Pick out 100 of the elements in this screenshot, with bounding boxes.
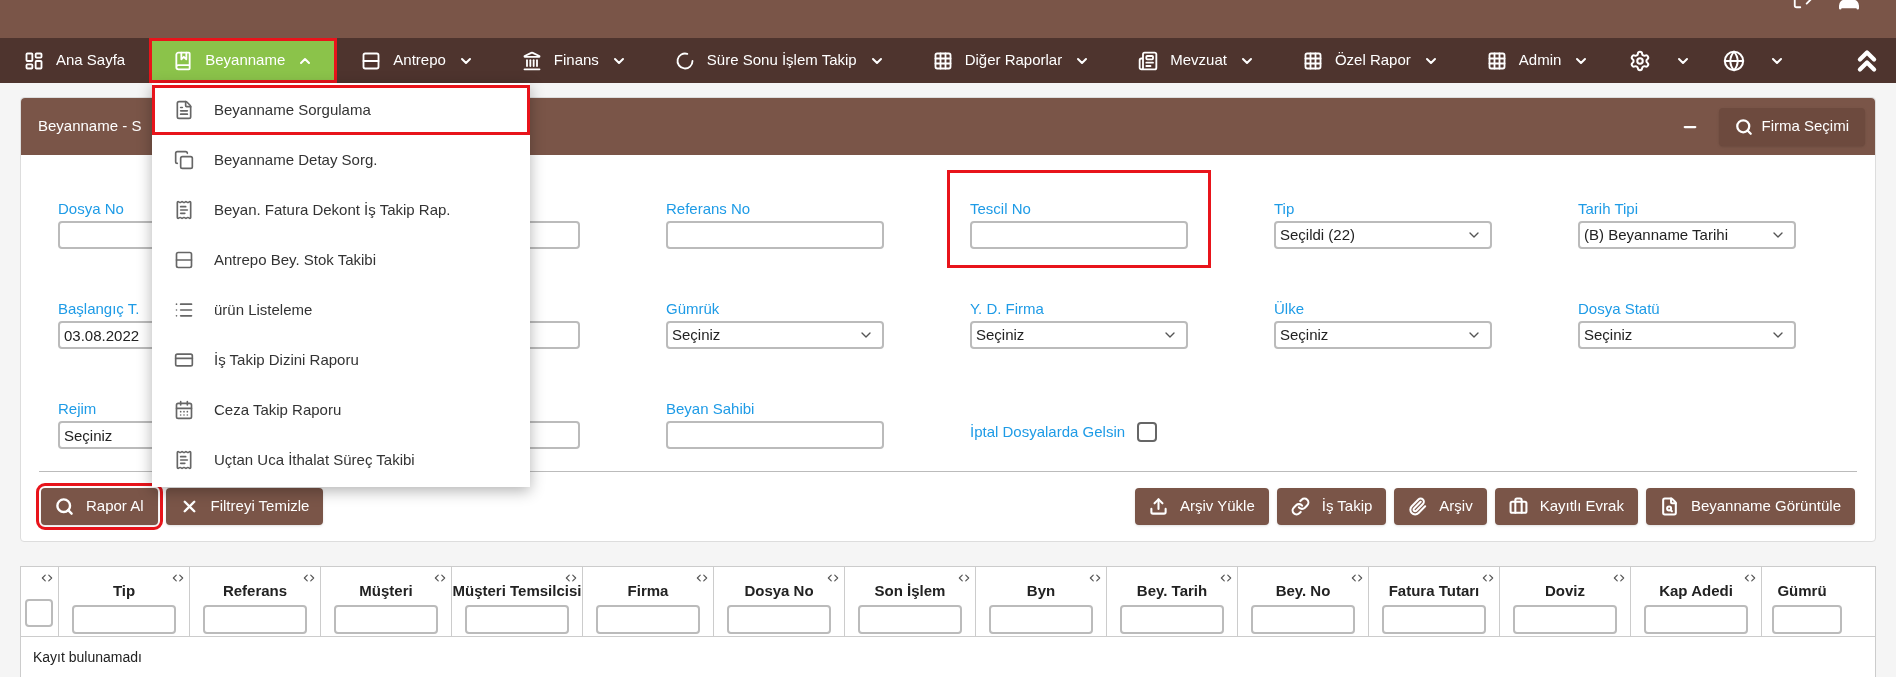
empty-message: Kayıt bulunamadı [33, 647, 142, 667]
action-button[interactable]: İş Takip [1276, 488, 1387, 525]
filter-input[interactable] [1644, 605, 1748, 634]
column-header: Fatura Tutarı [1388, 581, 1480, 601]
resize-icon[interactable] [564, 571, 578, 585]
column-header: Tip [112, 581, 136, 601]
resize-icon[interactable] [1088, 571, 1102, 585]
grid-icon [1302, 50, 1323, 71]
resize-icon[interactable] [826, 571, 840, 585]
menu-item[interactable]: İş Takip Dizini Raporu [152, 335, 530, 385]
column-header: Gümrü [1777, 581, 1827, 601]
column-header: Dosya No [744, 581, 814, 601]
menu-item[interactable]: Antrepo Bey. Stok Takibi [152, 235, 530, 285]
nav-tab[interactable]: Süre Sonu İşlem Takip [650, 38, 909, 83]
resize-icon[interactable] [171, 571, 185, 585]
filter-input[interactable] [1382, 605, 1486, 634]
resize-icon[interactable] [1219, 571, 1233, 585]
filter-input[interactable] [1513, 605, 1617, 634]
filter-input[interactable] [858, 605, 962, 634]
filter-input[interactable] [203, 605, 307, 634]
filter-input[interactable] [727, 605, 831, 634]
select-field[interactable]: Seçiniz [1274, 321, 1492, 349]
receipt-icon [174, 200, 194, 220]
filter-input[interactable] [334, 605, 438, 634]
menu-item[interactable]: Beyanname Sorgulama [152, 85, 530, 135]
input-field[interactable] [666, 221, 884, 249]
filter-input[interactable] [989, 605, 1093, 634]
input-field[interactable] [666, 421, 884, 449]
filter-input[interactable] [465, 605, 569, 634]
column-header: Kap Adedi [1659, 581, 1733, 601]
checkbox[interactable] [1137, 422, 1158, 443]
filter-input[interactable] [1251, 605, 1355, 634]
bank-icon [521, 50, 542, 71]
field-label: Gümrük [666, 299, 720, 319]
action-button[interactable]: Kayıtlı Evrak [1494, 488, 1638, 525]
menu-item[interactable]: Uçtan Uca İthalat Süreç Takibi [152, 435, 530, 485]
menu-item[interactable]: Ceza Takip Raporu [152, 385, 530, 435]
resize-icon[interactable] [957, 571, 971, 585]
resize-icon[interactable] [1612, 571, 1626, 585]
filter-input[interactable] [25, 599, 53, 627]
field-label: Başlangıç T. [58, 299, 140, 319]
column-header: Referans [222, 581, 288, 601]
resize-icon[interactable] [1481, 571, 1495, 585]
nav-tab[interactable]: Admin [1462, 38, 1614, 83]
calendar-icon [174, 400, 194, 420]
input-field[interactable] [970, 221, 1188, 249]
column-header: Bey. No [1275, 581, 1331, 601]
nav-tab[interactable]: Ana Sayfa [0, 38, 150, 83]
field-label: Beyan Sahibi [666, 399, 755, 419]
menu-item[interactable]: ürün Listeleme [152, 285, 530, 335]
receipt-icon [174, 450, 194, 470]
column-header: Müşteri Temsilcisi [452, 581, 582, 601]
filter-input[interactable] [1772, 605, 1842, 634]
filter-input[interactable] [1120, 605, 1224, 634]
select-field[interactable]: (B) Beyanname Tarihi [1578, 221, 1796, 249]
action-button[interactable]: Arşiv Yükle [1135, 488, 1269, 525]
field-label: Tip [1274, 199, 1295, 219]
panel-title: Beyanname - S [38, 116, 142, 137]
field-label: Dosya No [58, 199, 124, 219]
select-field[interactable]: Seçiniz [666, 321, 884, 349]
nav-tab[interactable]: Antrepo [337, 38, 498, 83]
field-label: Tescil No [970, 199, 1031, 219]
link-icon [1290, 497, 1310, 516]
select-field[interactable]: Seçiniz [1578, 321, 1796, 349]
column-header: Müşteri [359, 581, 413, 601]
column-header: Son İşlem [874, 581, 946, 601]
search-icon [1735, 117, 1754, 136]
grid-icon [932, 50, 953, 71]
resize-icon[interactable] [433, 571, 447, 585]
field-label: Referans No [666, 199, 751, 219]
file-search-icon [1659, 497, 1679, 516]
nav-tab[interactable]: Mevzuat [1114, 38, 1279, 83]
resize-icon[interactable] [695, 571, 709, 585]
resize-icon[interactable] [40, 571, 54, 585]
search-icon [55, 497, 74, 516]
field-label: İptal Dosyalarda Gelsin [970, 422, 1126, 442]
settings-icon [1629, 49, 1652, 72]
menu-item[interactable]: Beyanname Detay Sorg. [152, 135, 530, 185]
field-label: Y. D. Firma [970, 299, 1044, 319]
field-label: Ülke [1274, 299, 1304, 319]
select-field[interactable]: Seçiniz [970, 321, 1188, 349]
action-button[interactable]: Beyanname Görüntüle [1645, 488, 1855, 525]
filter-input[interactable] [596, 605, 700, 634]
filter-input[interactable] [72, 605, 176, 634]
list-icon [174, 300, 194, 320]
nav-tab[interactable]: Diğer Raporlar [908, 38, 1115, 83]
action-button[interactable]: Filtreyi Temizle [165, 488, 324, 525]
action-button[interactable]: Arşiv [1394, 488, 1487, 525]
rows-icon [361, 50, 382, 71]
menu-item[interactable]: Beyan. Fatura Dekont İş Takip Rap. [152, 185, 530, 235]
nav-tab[interactable]: Özel Rapor [1278, 38, 1463, 83]
resize-icon[interactable] [302, 571, 316, 585]
resize-icon[interactable] [1350, 571, 1364, 585]
nav-tab[interactable]: Finans [497, 38, 651, 83]
field-label: Tarih Tipi [1578, 199, 1639, 219]
resize-icon[interactable] [1743, 571, 1757, 585]
firm-select-button[interactable]: Firma Seçimi [1719, 107, 1865, 146]
paperclip-icon [1408, 497, 1428, 516]
select-field[interactable]: Seçildi (22) [1274, 221, 1492, 249]
newspaper-icon [1138, 50, 1159, 71]
